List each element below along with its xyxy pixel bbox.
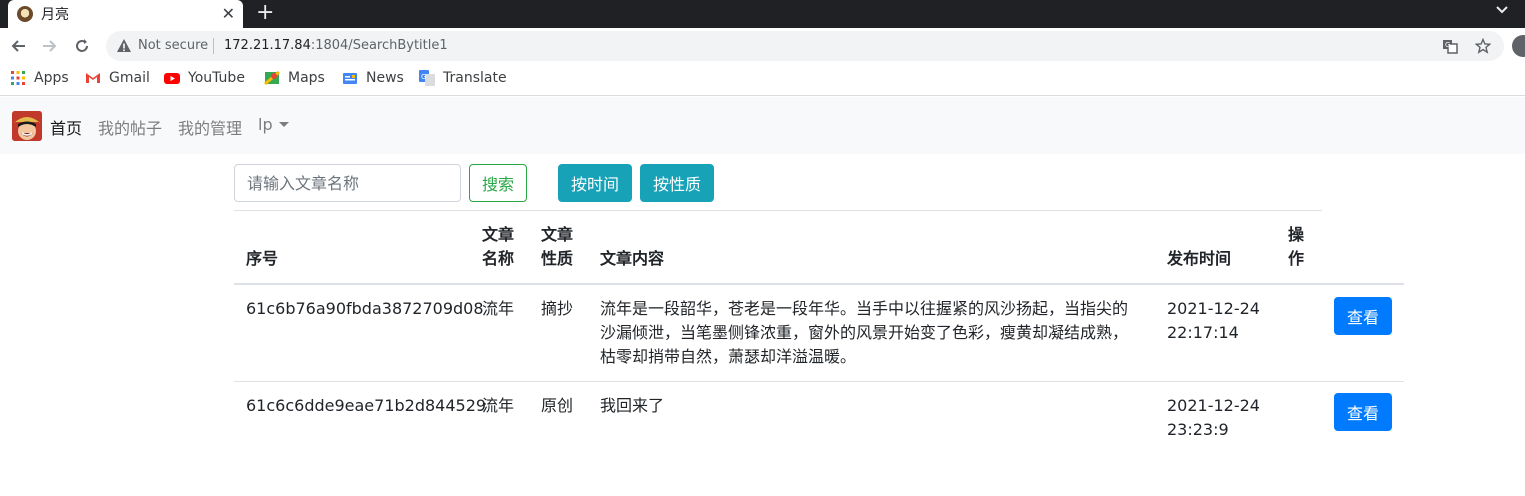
bookmark-apps[interactable]: Apps [10,70,69,86]
address-bar[interactable]: Not secure 172.21.17.84:1804/SearchBytit… [106,31,1504,61]
view-button[interactable]: 查看 [1334,297,1392,335]
view-button[interactable]: 查看 [1334,393,1392,431]
moon-favicon-icon [17,6,33,22]
bookmarks-bar: Apps Gmail YouTube Maps News G Translate [0,64,1525,96]
table-top-border [234,210,1322,211]
bookmark-translate-label: Translate [443,70,507,86]
cell-type: 原创 [541,396,574,415]
header-op-line1: 操 [1288,225,1305,244]
row-divider [234,381,1404,382]
bookmark-news-label: News [366,70,404,86]
dropdown-caret-icon [278,122,289,127]
url-text[interactable]: 172.21.17.84:1804/SearchBytitle1 [224,38,448,53]
nav-my-management-link[interactable]: 我的管理 [178,115,242,139]
bookmark-gmail-label: Gmail [109,70,150,86]
header-type-line1: 文章 [541,225,574,244]
profile-avatar-icon[interactable] [1512,35,1525,57]
bookmark-apps-label: Apps [34,70,69,86]
site-navbar: 首页 我的帖子 我的管理 lp [0,97,1525,154]
tab-title: 月亮 [41,7,69,23]
cell-id: 61c6c6dde9eae71b2d844529 [246,396,487,415]
user-dropdown-toggle[interactable]: lp [258,115,289,134]
header-publish-time: 发布时间 [1167,249,1232,268]
header-name-line2: 名称 [482,249,515,268]
url-separator [213,38,214,54]
header-content: 文章内容 [600,249,665,268]
maps-icon [264,70,280,86]
bookmark-maps-label: Maps [288,70,325,86]
new-tab-icon[interactable]: + [256,1,274,25]
google-translate-icon: G [419,70,435,86]
cell-name: 流年 [482,396,515,415]
cell-date: 2021-12-24 [1167,299,1260,318]
cell-id: 61c6b76a90fbda3872709d08 [246,299,484,318]
table-header-border [234,283,1404,285]
tab-search-chevron-icon[interactable] [1495,2,1509,20]
browser-toolbar: Not secure 172.21.17.84:1804/SearchBytit… [0,28,1525,64]
bookmark-youtube[interactable]: YouTube [164,70,245,86]
sort-by-type-button[interactable]: 按性质 [640,164,714,202]
warning-icon[interactable] [116,38,132,58]
cell-content-line1: 流年是一段韶华，苍老是一段年华。当手中以往握紧的风沙扬起，当指尖的 [600,299,1129,318]
search-button[interactable]: 搜索 [469,164,527,202]
cell-content-line3: 枯零却捎带自然，萧瑟却洋溢温暖。 [600,347,857,366]
bookmark-translate[interactable]: G Translate [419,70,507,86]
avatar[interactable] [12,111,42,141]
user-name: lp [258,115,273,134]
bookmark-gmail[interactable]: Gmail [85,70,150,86]
search-input[interactable] [234,164,461,202]
cell-name: 流年 [482,299,515,318]
back-icon[interactable] [6,34,30,58]
nav-my-posts-link[interactable]: 我的帖子 [98,115,162,139]
cell-content-line2: 沙漏倾泄，当笔墨侧锋浓重，窗外的风景开始变了色彩，瘦黄却凝结成熟， [600,323,1129,342]
bookmark-star-icon[interactable] [1474,37,1492,58]
nav-home-link[interactable]: 首页 [50,115,82,139]
svg-text:G: G [421,73,426,81]
url-path: :1804/SearchBytitle1 [310,38,448,53]
close-tab-icon[interactable]: ✕ [222,5,235,23]
bookmark-news[interactable]: News [342,70,404,86]
header-type-line2: 性质 [541,249,574,268]
bookmark-maps[interactable]: Maps [264,70,325,86]
cell-date: 2021-12-24 [1167,396,1260,415]
cell-time: 23:23:9 [1167,420,1229,439]
news-icon [342,70,358,86]
cell-content-line1: 我回来了 [600,396,665,415]
apps-grid-icon [10,70,26,86]
reload-icon[interactable] [70,34,94,58]
header-op-line2: 作 [1288,249,1305,268]
security-label[interactable]: Not secure [138,38,208,53]
url-host: 172.21.17.84 [224,38,311,53]
youtube-icon [164,70,180,86]
sort-by-time-button[interactable]: 按时间 [558,164,632,202]
header-id: 序号 [246,249,279,268]
gmail-icon [85,70,101,86]
cell-type: 摘抄 [541,299,574,318]
tab-strip: 月亮 ✕ + [0,0,1525,28]
cell-time: 22:17:14 [1167,323,1239,342]
svg-text:G: G [1445,41,1450,49]
header-name-line1: 文章 [482,225,515,244]
forward-icon[interactable] [38,34,62,58]
translate-page-icon[interactable]: G [1442,38,1458,58]
bookmark-youtube-label: YouTube [188,70,245,86]
browser-tab[interactable]: 月亮 ✕ [8,0,243,28]
